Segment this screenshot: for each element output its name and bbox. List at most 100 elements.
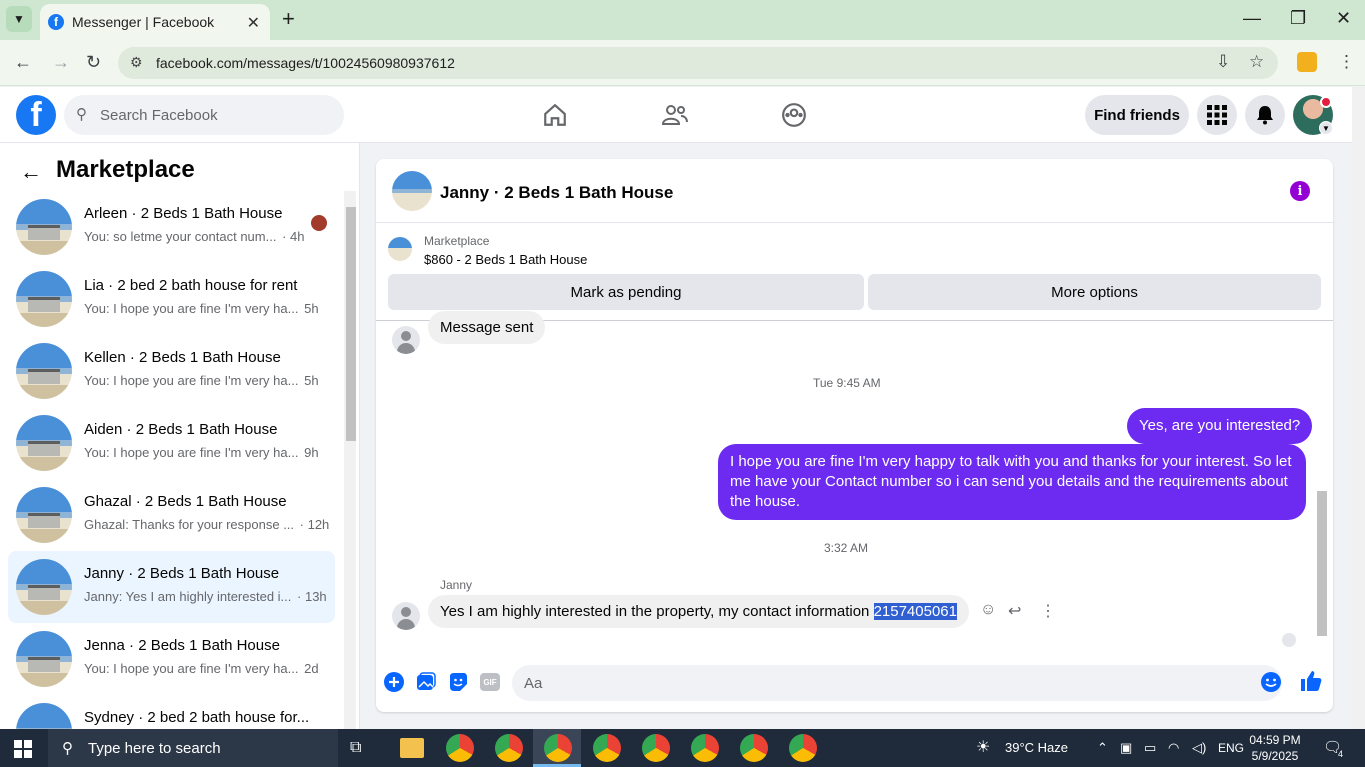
page-scrollbar[interactable] bbox=[1352, 87, 1365, 729]
message-bubble-outgoing[interactable]: Yes, are you interested? bbox=[1127, 408, 1313, 444]
conversation-item[interactable]: Aiden · 2 Beds 1 Bath House You: I hope … bbox=[8, 407, 335, 479]
listing-thumbnail bbox=[16, 199, 72, 255]
reply-icon[interactable]: ↩ bbox=[1008, 601, 1021, 621]
conversation-item[interactable]: Jenna · 2 Beds 1 Bath House You: I hope … bbox=[8, 623, 335, 695]
battery-icon[interactable]: ▭ bbox=[1144, 740, 1156, 756]
conversation-preview: You: I hope you are fine I'm very ha... … bbox=[84, 373, 319, 388]
listing-thumbnail[interactable] bbox=[388, 237, 412, 261]
listing-thumbnail bbox=[16, 631, 72, 687]
more-actions-icon[interactable]: ⋮ bbox=[1040, 601, 1056, 621]
browser-menu-icon[interactable]: ⋮ bbox=[1338, 52, 1355, 72]
url-input[interactable]: ⚙ facebook.com/messages/t/10024560980937… bbox=[118, 47, 1278, 79]
extension-icon[interactable] bbox=[1297, 52, 1317, 72]
gif-icon[interactable]: GIF bbox=[479, 671, 501, 693]
weather-text[interactable]: 39°C Haze bbox=[1005, 740, 1068, 755]
taskbar-search[interactable]: ⚲ Type here to search bbox=[48, 729, 338, 767]
friends-icon[interactable] bbox=[659, 99, 691, 131]
conversation-title: Lia · 2 bed 2 bath house for rent bbox=[84, 277, 298, 294]
listing-avatar[interactable] bbox=[392, 171, 432, 211]
site-info-icon[interactable]: ⚙ bbox=[130, 54, 143, 71]
chevron-up-icon[interactable]: ⌃ bbox=[1097, 740, 1108, 756]
groups-icon[interactable] bbox=[778, 99, 810, 131]
listing-thumbnail bbox=[16, 415, 72, 471]
facebook-logo[interactable]: f bbox=[16, 95, 56, 135]
chrome-icon[interactable] bbox=[593, 734, 621, 762]
browser-tab[interactable]: f Messenger | Facebook ✕ bbox=[40, 4, 270, 40]
find-friends-button[interactable]: Find friends bbox=[1085, 95, 1189, 135]
selected-phone-number[interactable]: 2157405061 bbox=[873, 603, 957, 620]
maximize-button[interactable]: ❐ bbox=[1290, 8, 1306, 29]
react-icon[interactable]: ☺ bbox=[980, 601, 996, 619]
conversation-item[interactable]: Lia · 2 bed 2 bath house for rent You: I… bbox=[8, 263, 335, 335]
conversation-item[interactable]: Kellen · 2 Beds 1 Bath House You: I hope… bbox=[8, 335, 335, 407]
conversation-preview: You: I hope you are fine I'm very ha... … bbox=[84, 301, 319, 316]
photo-icon[interactable] bbox=[415, 671, 437, 693]
message-bubble-incoming[interactable]: Yes I am highly interested in the proper… bbox=[428, 595, 969, 628]
chat-panel: Janny · 2 Beds 1 Bath House i Marketplac… bbox=[376, 159, 1333, 712]
chat-header: Janny · 2 Beds 1 Bath House i bbox=[376, 159, 1333, 223]
sender-avatar[interactable] bbox=[392, 326, 420, 354]
chat-title[interactable]: Janny · 2 Beds 1 Bath House bbox=[440, 183, 673, 203]
sticker-icon[interactable] bbox=[447, 671, 469, 693]
install-app-icon[interactable]: ⇩ bbox=[1216, 52, 1230, 72]
file-explorer-icon[interactable] bbox=[400, 738, 424, 758]
tab-search-button[interactable]: ▼ bbox=[6, 6, 32, 32]
sidebar-scrollbar[interactable] bbox=[344, 191, 356, 729]
chrome-icon[interactable] bbox=[544, 734, 572, 762]
conversation-title: Kellen · 2 Beds 1 Bath House bbox=[84, 349, 281, 366]
conversation-preview: Janny: Yes I am highly interested i... ·… bbox=[84, 589, 327, 604]
weather-icon[interactable]: ☀ bbox=[976, 737, 990, 757]
panel-title: Marketplace bbox=[56, 156, 195, 183]
info-icon[interactable]: i bbox=[1290, 181, 1310, 201]
conversation-item[interactable]: Sydney · 2 bed 2 bath house for... bbox=[8, 695, 335, 729]
like-thumbs-up-icon[interactable] bbox=[1298, 668, 1324, 694]
task-view-icon[interactable]: ⧉ bbox=[350, 739, 361, 757]
new-tab-button[interactable]: + bbox=[282, 8, 295, 30]
chrome-icon[interactable] bbox=[789, 734, 817, 762]
forward-button[interactable]: → bbox=[52, 52, 70, 73]
sender-avatar[interactable] bbox=[392, 602, 420, 630]
chrome-icon[interactable] bbox=[642, 734, 670, 762]
tab-close-icon[interactable]: ✕ bbox=[247, 13, 260, 33]
message-composer: GIF Aa bbox=[376, 659, 1333, 707]
chrome-icon[interactable] bbox=[446, 734, 474, 762]
conversation-item[interactable]: Arleen · 2 Beds 1 Bath House You: so let… bbox=[8, 191, 335, 263]
conversation-preview: You: so letme your contact num... · 4h bbox=[84, 229, 305, 244]
message-bubble-outgoing[interactable]: I hope you are fine I'm very happy to ta… bbox=[718, 444, 1306, 520]
sender-name: Janny bbox=[440, 578, 473, 592]
conversation-item[interactable]: Ghazal · 2 Beds 1 Bath House Ghazal: Tha… bbox=[8, 479, 335, 551]
message-input[interactable]: Aa bbox=[512, 665, 1282, 701]
home-icon[interactable] bbox=[539, 99, 571, 131]
conversation-item-active[interactable]: Janny · 2 Beds 1 Bath House Janny: Yes I… bbox=[8, 551, 335, 623]
conversation-title: Sydney · 2 bed 2 bath house for... bbox=[84, 709, 310, 726]
windows-start-icon[interactable] bbox=[14, 740, 32, 758]
chat-scrollbar[interactable] bbox=[1316, 321, 1328, 651]
plus-icon[interactable] bbox=[383, 671, 405, 693]
minimize-button[interactable]: — bbox=[1243, 8, 1261, 29]
chrome-icon[interactable] bbox=[691, 734, 719, 762]
conversation-title: Janny · 2 Beds 1 Bath House bbox=[84, 565, 280, 582]
marketplace-label: Marketplace bbox=[424, 234, 490, 248]
chrome-icon[interactable] bbox=[740, 734, 768, 762]
chevron-down-icon[interactable]: ▼ bbox=[1319, 121, 1333, 135]
seen-indicator-avatar bbox=[1282, 633, 1296, 647]
reload-button[interactable]: ↻ bbox=[86, 52, 101, 73]
emoji-icon[interactable] bbox=[1260, 671, 1282, 693]
chrome-icon[interactable] bbox=[495, 734, 523, 762]
mark-as-pending-button[interactable]: Mark as pending bbox=[388, 274, 864, 310]
volume-icon[interactable]: ◁) bbox=[1192, 740, 1206, 756]
listing-price-title[interactable]: $860 - 2 Beds 1 Bath House bbox=[424, 252, 587, 267]
message-bubble-incoming[interactable]: Message sent bbox=[428, 311, 546, 344]
close-window-button[interactable]: ✕ bbox=[1336, 8, 1351, 29]
bookmark-star-icon[interactable]: ☆ bbox=[1249, 52, 1264, 72]
facebook-search-input[interactable]: ⚲ Search Facebook bbox=[64, 95, 344, 135]
clock[interactable]: 04:59 PM 5/9/2025 bbox=[1240, 732, 1310, 764]
security-icon[interactable]: ▣ bbox=[1120, 740, 1132, 756]
facebook-favicon-icon: f bbox=[48, 14, 64, 30]
more-options-button[interactable]: More options bbox=[868, 274, 1321, 310]
wifi-icon[interactable]: ◠ bbox=[1168, 740, 1179, 756]
notifications-bell-icon[interactable] bbox=[1245, 95, 1285, 135]
menu-grid-icon[interactable] bbox=[1197, 95, 1237, 135]
back-arrow-icon[interactable]: ← bbox=[20, 159, 42, 185]
back-button[interactable]: ← bbox=[14, 52, 32, 73]
